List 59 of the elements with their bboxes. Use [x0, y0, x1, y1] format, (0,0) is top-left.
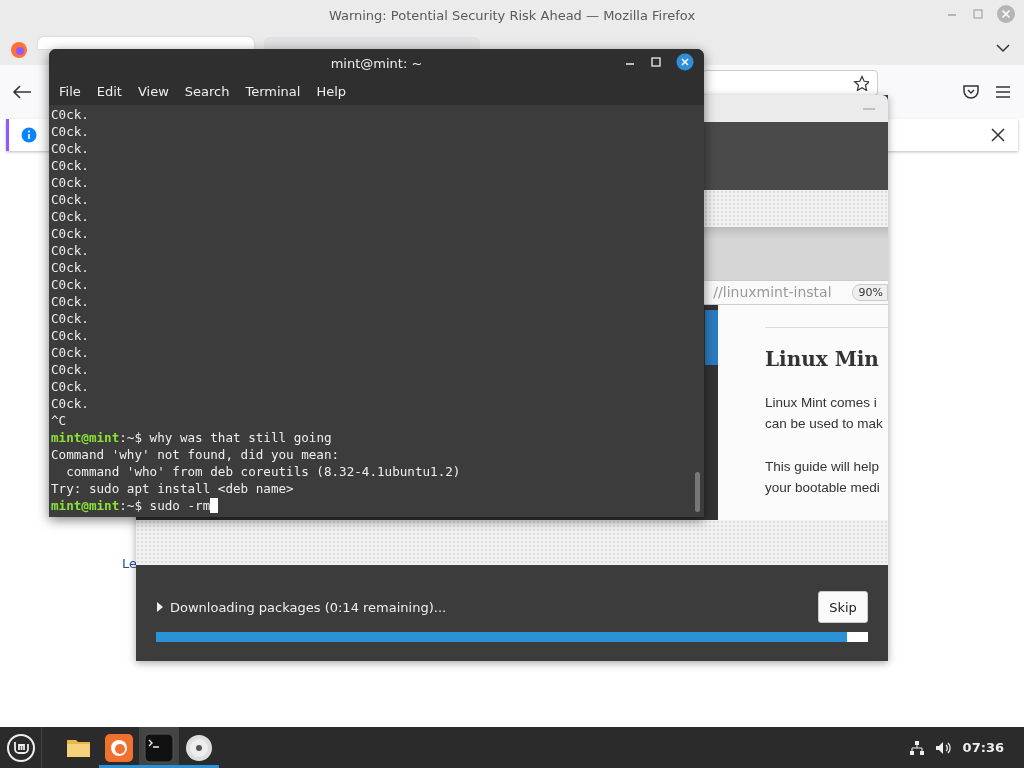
- maximize-icon[interactable]: [650, 56, 662, 68]
- window-title: mint@mint: ~: [330, 56, 423, 71]
- terminal-line: Command 'why' not found, did you mean:: [51, 446, 341, 463]
- terminal-line: C0ck.: [51, 259, 90, 276]
- terminal-line: C0ck.: [51, 293, 90, 310]
- disc-icon: [184, 732, 214, 763]
- terminal-line: C0ck.: [51, 140, 90, 157]
- zoom-level: 90%: [851, 283, 888, 301]
- terminal-line: C0ck.: [51, 395, 90, 412]
- mint-logo-icon: [5, 732, 36, 763]
- terminal-line: C0ck.: [51, 378, 90, 395]
- expander-icon[interactable]: [156, 601, 164, 613]
- terminal-line: C0ck.: [51, 310, 90, 327]
- star-icon[interactable]: [853, 75, 869, 91]
- close-icon[interactable]: [990, 127, 1006, 143]
- terminal-line: C0ck.: [51, 106, 90, 123]
- firefox-icon: [104, 732, 134, 763]
- terminal-line: mint@mint:~$ why was that still going: [51, 429, 333, 446]
- menu-item[interactable]: View: [129, 81, 177, 102]
- menu-item[interactable]: File: [51, 81, 89, 102]
- firefox-logo-icon: [10, 41, 28, 59]
- article-paragraph: Linux Mint comes i can be used to mak: [765, 394, 884, 433]
- accent-stripe: [705, 310, 718, 365]
- status-text: Downloading packages (0:14 remaining)...: [170, 599, 448, 615]
- terminal-line: C0ck.: [51, 225, 90, 242]
- window-title: Warning: Potential Security Risk Ahead — Mozilla Firefox: [328, 7, 696, 23]
- menu-item[interactable]: Terminal: [237, 81, 309, 102]
- terminal-line: C0ck.: [51, 361, 90, 378]
- pocket-icon[interactable]: [962, 82, 980, 101]
- info-icon: [21, 127, 37, 143]
- terminal-line: mint@mint:~$ sudo -rm: [51, 497, 704, 514]
- menu-item[interactable]: Edit: [88, 81, 130, 102]
- terminal-line: C0ck.: [51, 327, 90, 344]
- skip-button[interactable]: Skip: [818, 591, 868, 623]
- clock: 07:36: [962, 740, 1004, 755]
- terminal-line: C0ck.: [51, 157, 90, 174]
- url-text: //linuxmint-instal: [713, 284, 832, 301]
- close-icon[interactable]: [676, 53, 694, 71]
- taskbar-button[interactable]: [139, 727, 179, 768]
- terminal-line: Try: sudo apt install <deb name>: [51, 480, 295, 497]
- terminal-line: C0ck.: [51, 276, 90, 293]
- terminal-line: C0ck.: [51, 208, 90, 225]
- terminal-line: C0ck.: [51, 123, 90, 140]
- terminal-line: ^C: [51, 412, 68, 429]
- terminal-line: C0ck.: [51, 174, 90, 191]
- terminal-icon: [144, 732, 174, 763]
- network-icon[interactable]: [908, 739, 925, 756]
- article-heading: Linux Min: [765, 346, 880, 373]
- article-paragraph: This guide will help your bootable medi: [765, 458, 881, 497]
- chevron-down-icon[interactable]: [996, 43, 1010, 53]
- page-link[interactable]: Le: [122, 556, 137, 571]
- back-arrow-icon[interactable]: [12, 83, 32, 100]
- terminal-line: C0ck.: [51, 344, 90, 361]
- terminal-line: C0ck.: [51, 191, 90, 208]
- terminal-line: command 'who' from deb coreutils (8.32-4.1ubuntu1.2): [65, 463, 462, 480]
- address-field[interactable]: [702, 70, 878, 96]
- menu-item[interactable]: Search: [176, 81, 238, 102]
- menu-item[interactable]: Help: [308, 81, 355, 102]
- terminal-line: C0ck.: [51, 242, 90, 259]
